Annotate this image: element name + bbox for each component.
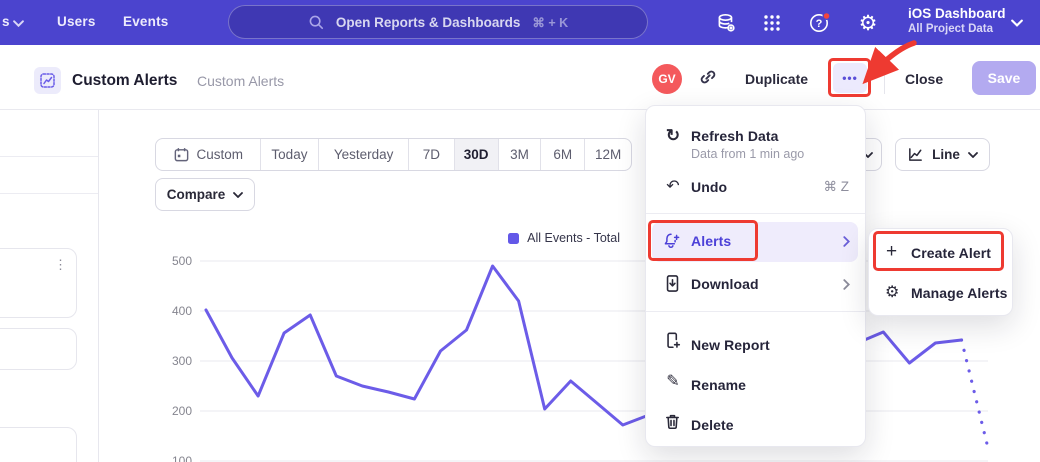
gear-icon: ⚙ bbox=[885, 282, 899, 302]
alert-bell-icon bbox=[662, 231, 682, 251]
menu-divider bbox=[646, 213, 865, 214]
range-today[interactable]: Today bbox=[260, 139, 319, 170]
menu-item-rename[interactable]: ✎ Rename bbox=[646, 364, 865, 400]
project-switcher[interactable]: iOS Dashboard All Project Data bbox=[908, 6, 1006, 35]
chart-legend: All Events - Total bbox=[200, 231, 620, 245]
database-icon bbox=[715, 12, 737, 34]
chevron-down-icon bbox=[968, 152, 978, 158]
legend-swatch bbox=[508, 233, 519, 244]
y-tick-label: 300 bbox=[150, 353, 192, 369]
refresh-status: Data from 1 min ago bbox=[691, 147, 804, 161]
close-button[interactable]: Close bbox=[905, 71, 943, 87]
range-7d[interactable]: 7D bbox=[408, 139, 454, 170]
report-header: Custom Alerts Custom Alerts GV Duplicate… bbox=[0, 45, 1040, 110]
submenu-item-manage-alerts[interactable]: ⚙ Manage Alerts bbox=[869, 275, 1012, 311]
search-shortcut: ⌘ + K bbox=[532, 15, 568, 30]
top-navbar: s Users Events Open Reports & Dashboards… bbox=[0, 0, 1040, 45]
svg-text:?: ? bbox=[816, 18, 823, 30]
help-icon: ? bbox=[807, 10, 833, 36]
chart-type-button[interactable]: Line bbox=[895, 138, 990, 171]
pencil-icon: ✎ bbox=[663, 372, 683, 392]
data-management-button[interactable] bbox=[713, 10, 739, 36]
y-tick-label: 100 bbox=[150, 453, 192, 462]
submenu-arrow-icon bbox=[843, 236, 850, 247]
chevron-down-icon bbox=[13, 20, 24, 27]
save-button[interactable]: Save bbox=[972, 61, 1036, 95]
legend-label: All Events - Total bbox=[527, 231, 620, 245]
range-6m[interactable]: 6M bbox=[540, 139, 584, 170]
apps-grid-icon bbox=[762, 13, 782, 33]
new-report-icon bbox=[663, 331, 682, 350]
notification-dot bbox=[823, 13, 830, 20]
range-yesterday[interactable]: Yesterday bbox=[318, 139, 408, 170]
line-chart-icon bbox=[907, 146, 924, 163]
avatar[interactable]: GV bbox=[652, 64, 682, 94]
menu-item-delete[interactable]: Delete bbox=[646, 404, 865, 440]
settings-button[interactable]: ⚙ bbox=[855, 10, 881, 36]
link-icon bbox=[698, 67, 718, 87]
menu-item-download[interactable]: Download bbox=[646, 266, 865, 302]
range-30d-selected[interactable]: 30D bbox=[454, 139, 498, 170]
card-kebab-menu[interactable]: ⋮ bbox=[54, 257, 67, 273]
menu-divider bbox=[646, 311, 865, 312]
gear-icon: ⚙ bbox=[859, 11, 878, 36]
plus-icon: + bbox=[886, 241, 897, 263]
undo-icon: ↶ bbox=[663, 177, 683, 197]
trash-icon bbox=[663, 412, 682, 431]
range-custom[interactable]: Custom bbox=[156, 139, 260, 170]
chevron-down-icon bbox=[233, 192, 243, 198]
more-button[interactable]: ••• bbox=[833, 63, 867, 93]
submenu-arrow-icon bbox=[843, 279, 850, 290]
left-sidebar: ⋮ bbox=[0, 110, 99, 462]
range-3m[interactable]: 3M bbox=[498, 139, 541, 170]
refresh-icon: ↻ bbox=[663, 126, 683, 146]
sidebar-divider bbox=[0, 193, 98, 194]
menu-item-alerts[interactable]: Alerts bbox=[646, 222, 865, 262]
share-link-button[interactable] bbox=[698, 67, 718, 92]
menu-item-undo[interactable]: ↶ Undo ⌘ Z bbox=[646, 172, 865, 204]
header-divider bbox=[884, 62, 885, 94]
breadcrumb: Custom Alerts bbox=[197, 73, 284, 89]
range-12m[interactable]: 12M bbox=[584, 139, 631, 170]
apps-grid-button[interactable] bbox=[759, 10, 785, 36]
sidebar-card[interactable] bbox=[0, 427, 77, 462]
page-title: Custom Alerts bbox=[72, 72, 177, 90]
y-tick-label: 200 bbox=[150, 403, 192, 419]
report-chart-icon bbox=[34, 67, 61, 94]
calendar-icon bbox=[173, 146, 190, 163]
nav-item-events[interactable]: Events bbox=[123, 14, 168, 29]
nav-item-users[interactable]: Users bbox=[57, 14, 96, 29]
y-tick-label: 500 bbox=[150, 253, 192, 269]
more-actions-menu: ↻ Refresh Data Data from 1 min ago ↶ Und… bbox=[645, 105, 866, 447]
search-placeholder: Open Reports & Dashboards bbox=[336, 15, 521, 30]
help-button[interactable]: ? bbox=[807, 10, 833, 36]
project-subtitle: All Project Data bbox=[908, 23, 1006, 35]
alerts-submenu: + Create Alert ⚙ Manage Alerts bbox=[868, 228, 1013, 316]
duplicate-button[interactable]: Duplicate bbox=[745, 71, 808, 87]
date-range-control: Custom Today Yesterday 7D 30D 3M 6M 12M bbox=[155, 138, 632, 171]
undo-shortcut: ⌘ Z bbox=[824, 179, 850, 195]
sidebar-card[interactable]: ⋮ bbox=[0, 248, 77, 318]
chevron-down-icon bbox=[1011, 19, 1023, 27]
sidebar-card[interactable] bbox=[0, 328, 77, 370]
compare-button[interactable]: Compare bbox=[155, 178, 255, 211]
search-icon bbox=[308, 14, 324, 30]
download-icon bbox=[663, 274, 682, 293]
submenu-item-create-alert[interactable]: + Create Alert bbox=[869, 235, 1012, 271]
project-name: iOS Dashboard bbox=[908, 6, 1006, 21]
sidebar-divider bbox=[0, 156, 98, 157]
app-window: 100 200 300 400 500 All Events - Total Custo… bbox=[0, 0, 1040, 462]
y-tick-label: 400 bbox=[150, 303, 192, 319]
global-search[interactable]: Open Reports & Dashboards ⌘ + K bbox=[228, 5, 648, 39]
menu-item-new-report[interactable]: New Report bbox=[646, 324, 865, 360]
range-custom-label: Custom bbox=[197, 147, 244, 162]
menu-item-refresh-data[interactable]: ↻ Refresh Data Data from 1 min ago bbox=[646, 114, 865, 162]
nav-item-truncated[interactable]: s bbox=[2, 14, 10, 29]
